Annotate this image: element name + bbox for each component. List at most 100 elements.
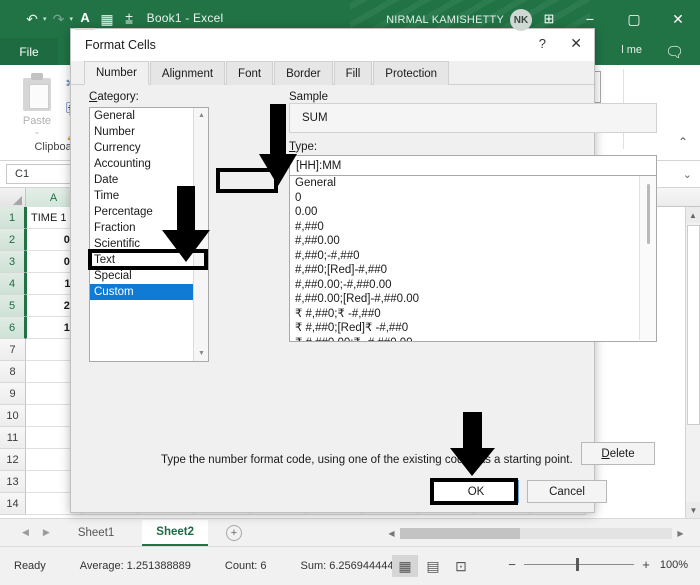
select-all-corner[interactable] xyxy=(0,188,26,207)
horizontal-scrollbar[interactable]: ◀ ▶ xyxy=(386,528,686,539)
type-scroll-thumb[interactable] xyxy=(647,184,650,244)
font-color-icon[interactable]: A xyxy=(75,8,96,30)
row-header-3[interactable]: 3 xyxy=(0,251,26,273)
vertical-scroll-thumb[interactable] xyxy=(687,225,700,425)
row-header-14[interactable]: 14 xyxy=(0,493,26,515)
row-header-9[interactable]: 9 xyxy=(0,383,26,405)
vertical-scrollbar[interactable]: ▲ ▼ xyxy=(685,207,700,518)
type-item[interactable]: #,##0;-#,##0 xyxy=(290,249,638,264)
dialog-tab-alignment[interactable]: Alignment xyxy=(149,61,226,85)
type-item[interactable]: ₹ #,##0;[Red]₹ -#,##0 xyxy=(290,321,638,336)
category-item-custom[interactable]: Custom xyxy=(90,284,195,300)
row-header-2[interactable]: 2 xyxy=(0,229,26,251)
view-page-break-icon[interactable]: ⊡ xyxy=(448,555,474,577)
table-icon[interactable]: ▦ xyxy=(97,8,117,30)
type-listbox[interactable]: General 0 0.00 #,##0 #,##0.00 #,##0;-#,##0 #,#… xyxy=(289,176,657,342)
type-item[interactable]: #,##0 xyxy=(290,220,638,235)
hscroll-thumb[interactable] xyxy=(400,528,520,539)
maximize-button[interactable]: ▢ xyxy=(612,0,656,38)
row-header-7[interactable]: 7 xyxy=(0,339,26,361)
row-header-12[interactable]: 12 xyxy=(0,449,26,471)
delete-button[interactable]: Delete xyxy=(581,442,655,465)
category-item-special[interactable]: Special xyxy=(90,268,195,284)
category-scroll-up-icon[interactable]: ▲ xyxy=(194,108,208,123)
hscroll-track[interactable] xyxy=(400,528,672,539)
avatar[interactable]: NK xyxy=(510,9,532,31)
hscroll-right-icon[interactable]: ▶ xyxy=(675,528,686,539)
account-area[interactable]: NIRMAL KAMISHETTY NK xyxy=(386,9,532,31)
scroll-up-icon[interactable]: ▲ xyxy=(686,207,700,223)
zoom-level-label[interactable]: 100% xyxy=(658,559,688,571)
type-input[interactable] xyxy=(289,155,657,176)
category-item-scientific[interactable]: Scientific xyxy=(90,236,195,252)
zoom-out-button[interactable]: − xyxy=(507,557,517,572)
hscroll-left-icon[interactable]: ◀ xyxy=(386,528,397,539)
type-item[interactable]: #,##0.00 xyxy=(290,234,638,249)
tell-me-box[interactable]: l me xyxy=(621,44,642,56)
type-item[interactable]: 0.00 xyxy=(290,205,638,220)
row-header-13[interactable]: 13 xyxy=(0,471,26,493)
row-header-8[interactable]: 8 xyxy=(0,361,26,383)
help-icon[interactable]: ? xyxy=(539,36,546,51)
collapse-ribbon-icon[interactable]: ⌃ xyxy=(678,135,688,149)
sheet-tab-sheet1[interactable]: Sheet1 xyxy=(64,520,128,546)
redo-dropdown-icon[interactable]: ▾ xyxy=(70,15,74,23)
zoom-slider-thumb[interactable] xyxy=(576,558,579,571)
paste-button[interactable]: Paste ⌄ xyxy=(14,71,60,136)
category-item-fraction[interactable]: Fraction xyxy=(90,220,195,236)
minimize-button[interactable]: − xyxy=(568,0,612,38)
sheet-tab-sheet2[interactable]: Sheet2 xyxy=(142,519,209,546)
ribbon-display-options-icon[interactable]: ⊞ xyxy=(530,0,568,38)
sheet-prev-icon[interactable]: ◀ xyxy=(22,527,29,538)
view-normal-icon[interactable]: ▦ xyxy=(392,555,418,577)
type-item[interactable]: ₹ #,##0;₹ -#,##0 xyxy=(290,307,638,322)
undo-dropdown-icon[interactable]: ▾ xyxy=(43,15,47,23)
undo-icon[interactable]: ↶ xyxy=(22,8,42,30)
row-header-1[interactable]: 1 xyxy=(0,207,26,229)
type-item[interactable]: General xyxy=(290,176,638,191)
sheet-next-icon[interactable]: ▶ xyxy=(43,527,50,538)
category-item-date[interactable]: Date xyxy=(90,172,195,188)
zoom-in-button[interactable]: + xyxy=(641,557,651,572)
type-item[interactable]: #,##0.00;-#,##0.00 xyxy=(290,278,638,293)
zoom-slider[interactable] xyxy=(524,558,634,571)
type-item[interactable]: 0 xyxy=(290,191,638,206)
dialog-tab-fill[interactable]: Fill xyxy=(333,61,373,85)
close-button[interactable]: ✕ xyxy=(656,0,700,38)
category-item-currency[interactable]: Currency xyxy=(90,140,195,156)
scroll-down-icon[interactable]: ▼ xyxy=(686,502,700,518)
type-item[interactable]: ₹ #,##0.00;₹ -#,##0.00 xyxy=(290,336,638,342)
paste-dropdown-icon[interactable]: ⌄ xyxy=(14,127,60,136)
category-item-time[interactable]: Time xyxy=(90,188,195,204)
view-page-layout-icon[interactable]: ▤ xyxy=(420,555,446,577)
row-header-6[interactable]: 6 xyxy=(0,317,26,339)
comment-icon[interactable]: 🗨 xyxy=(665,43,684,61)
category-scrollbar[interactable]: ▲ ▼ xyxy=(193,108,208,361)
type-item[interactable]: #,##0;[Red]-#,##0 xyxy=(290,263,638,278)
expand-formula-bar-icon[interactable]: ⌄ xyxy=(683,168,692,181)
category-item-general[interactable]: General xyxy=(90,108,195,124)
dialog-tab-protection[interactable]: Protection xyxy=(373,61,450,85)
row-header-5[interactable]: 5 xyxy=(0,295,26,317)
dialog-tab-font[interactable]: Font xyxy=(226,61,274,85)
dialog-tab-border[interactable]: Border xyxy=(274,61,333,85)
category-item-accounting[interactable]: Accounting xyxy=(90,156,195,172)
type-item[interactable]: #,##0.00;[Red]-#,##0.00 xyxy=(290,292,638,307)
add-sheet-button[interactable]: + xyxy=(226,524,243,541)
dialog-tab-number[interactable]: Number xyxy=(84,61,149,85)
customize-qat-icon[interactable]: ⩲ xyxy=(119,8,139,30)
cancel-button[interactable]: Cancel xyxy=(527,480,607,503)
tab-file[interactable]: File xyxy=(0,38,58,65)
category-listbox[interactable]: General Number Currency Accounting Date Time P… xyxy=(89,107,209,362)
category-scroll-down-icon[interactable]: ▼ xyxy=(194,346,208,361)
ok-button[interactable]: OK xyxy=(433,480,519,503)
type-scrollbar[interactable] xyxy=(639,176,656,340)
row-header-4[interactable]: 4 xyxy=(0,273,26,295)
row-header-10[interactable]: 10 xyxy=(0,405,26,427)
category-item-number[interactable]: Number xyxy=(90,124,195,140)
category-item-text[interactable]: Text xyxy=(90,252,195,268)
row-header-11[interactable]: 11 xyxy=(0,427,26,449)
category-item-percentage[interactable]: Percentage xyxy=(90,204,195,220)
dialog-tab-strip: Number Alignment Font Border Fill Protection xyxy=(71,61,594,85)
redo-icon[interactable]: ↷ xyxy=(49,8,69,30)
